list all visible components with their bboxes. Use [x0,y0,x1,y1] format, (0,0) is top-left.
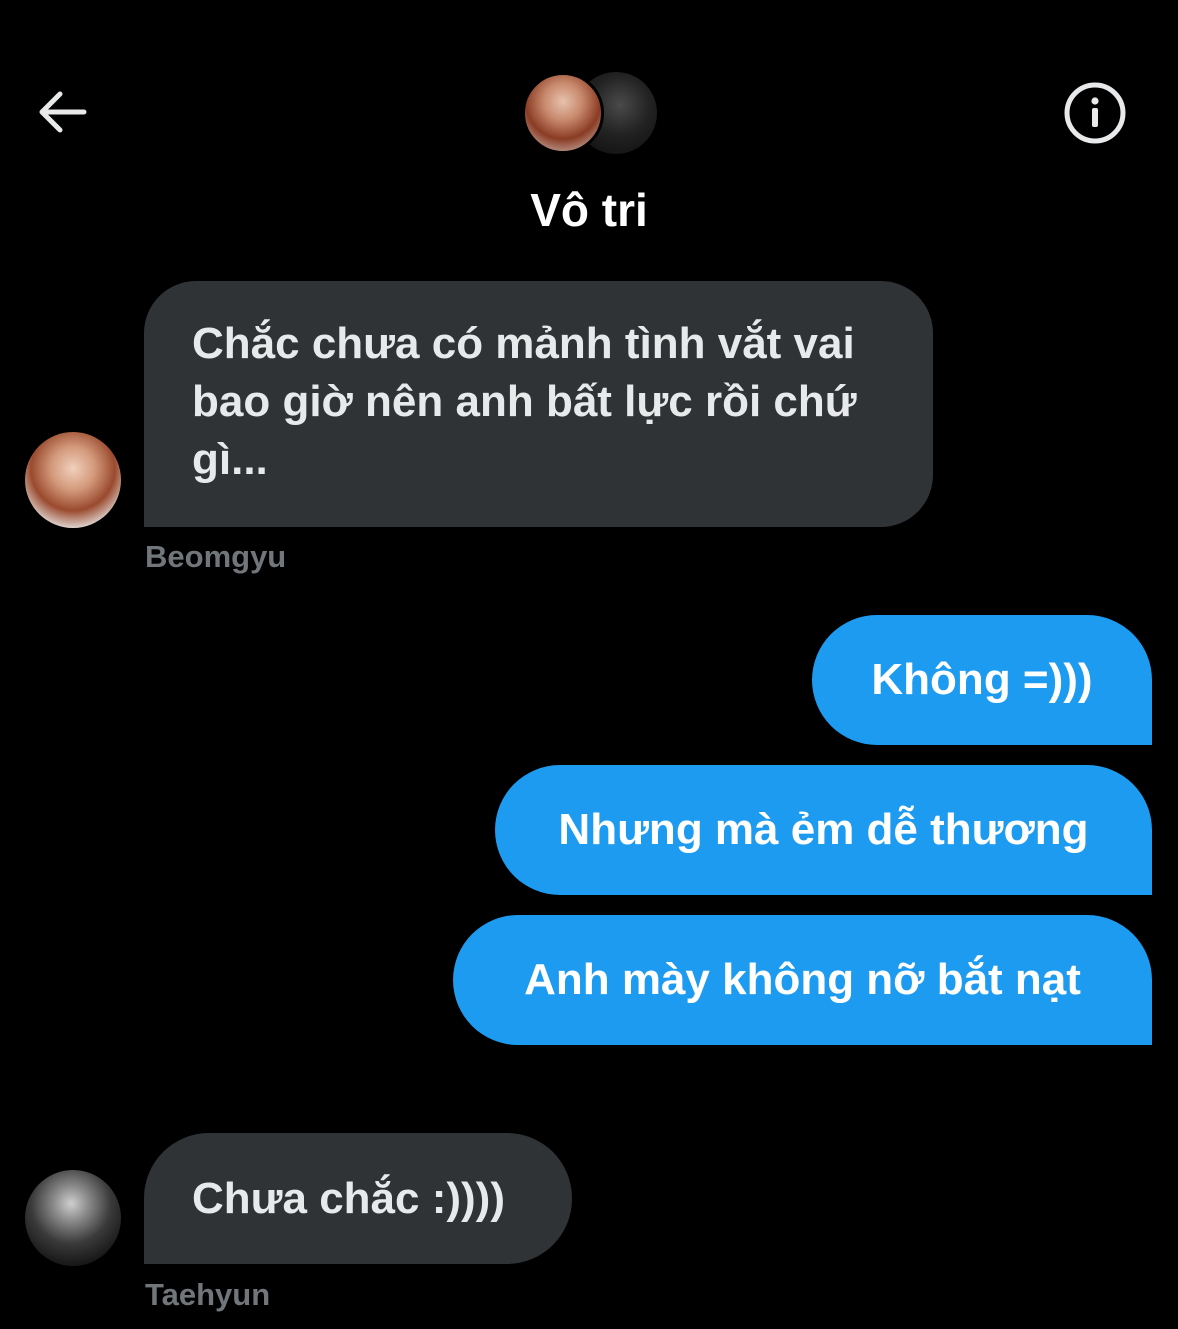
back-button[interactable] [30,80,94,144]
arrow-left-icon [39,91,87,133]
info-circle-icon [1064,82,1126,144]
message-text: Chưa chắc :)))) [192,1173,505,1223]
group-avatar-beomgyu[interactable] [522,72,604,154]
message-bubble-outgoing[interactable]: Không =))) [812,615,1152,745]
message-bubble-incoming[interactable]: Chắc chưa có mảnh tình vắt vai bao giờ n… [144,281,933,527]
message-text: Chắc chưa có mảnh tình vắt vai bao giờ n… [192,319,857,484]
message-text: Nhưng mà ẻm dễ thương [558,805,1089,854]
sender-name: Taehyun [145,1277,271,1312]
message-text: Không =))) [871,655,1093,704]
conversation-title: Vô tri [530,184,648,236]
message-text: Anh mày không nỡ bắt nạt [524,955,1081,1004]
sender-avatar-taehyun[interactable] [25,1170,121,1266]
message-bubble-outgoing[interactable]: Anh mày không nỡ bắt nạt [453,915,1152,1045]
sender-avatar-beomgyu[interactable] [25,432,121,528]
message-bubble-outgoing[interactable]: Nhưng mà ẻm dễ thương [495,765,1152,895]
sender-name: Beomgyu [145,539,287,574]
conversation-info-button[interactable] [1060,78,1130,148]
message-bubble-incoming[interactable]: Chưa chắc :)))) [144,1133,572,1264]
